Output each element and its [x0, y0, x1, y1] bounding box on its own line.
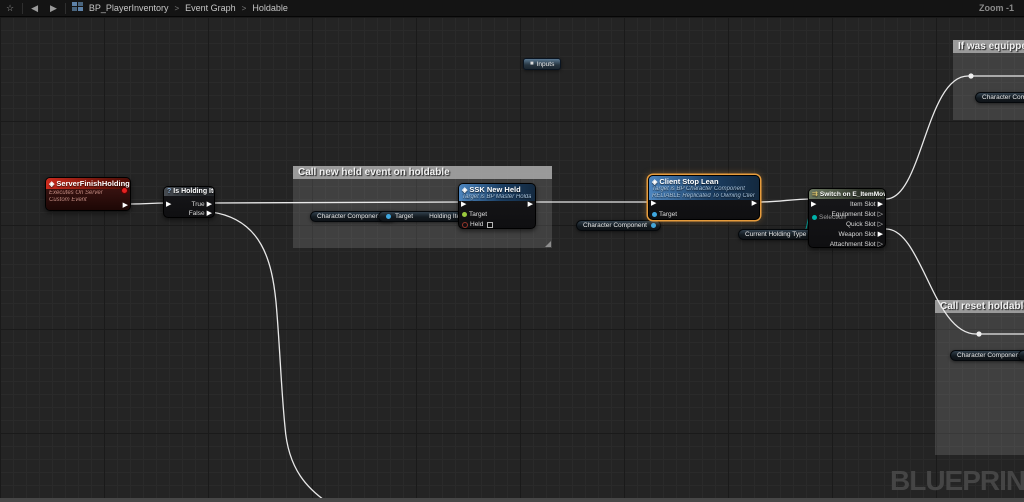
pill-partial-clipped[interactable]	[1018, 350, 1024, 361]
blueprint-watermark: BLUEPRINT	[890, 465, 1024, 497]
pill-character-component-selected[interactable]: Character Component	[576, 220, 661, 231]
comment-body	[935, 313, 1024, 455]
node-title: Client Stop Lean	[659, 177, 718, 186]
target-in-pin[interactable]	[652, 212, 657, 217]
selection-in-pin[interactable]	[812, 215, 817, 220]
target-in-pin[interactable]	[386, 214, 391, 219]
target-in-pin[interactable]	[462, 212, 467, 217]
case-exec-pin[interactable]: ▷	[878, 221, 883, 228]
node-title: Switch on E_ItemMoveType	[820, 191, 885, 198]
breadcrumb-root[interactable]: BP_PlayerInventory	[85, 3, 173, 13]
node-client-stop-lean[interactable]: ◈Client Stop Lean Target is BP Character…	[648, 175, 760, 220]
exec-out-pin[interactable]: ▶	[752, 200, 757, 207]
exec-out-pin[interactable]: ▶	[528, 201, 533, 208]
breadcrumb-separator: >	[240, 4, 249, 13]
case-pin-label: Item Slot	[850, 201, 876, 208]
node-subtitle: Executes On Server	[49, 190, 127, 197]
node-ssk-new-held[interactable]: ◈SSK New Held Target is BP Master Holdab…	[458, 183, 536, 229]
breadcrumb-separator: >	[172, 4, 181, 13]
node-switch-on-e-itemmovetype[interactable]: ⇉Switch on E_ItemMoveType ▶ Selection It…	[808, 188, 886, 248]
node-server-finish-holding-new-item[interactable]: ◈ServerFinishHoldingNewItem Executes On …	[45, 177, 131, 211]
pill-label: Character Component	[957, 352, 1021, 359]
comment-header[interactable]: Call reset holdable ev	[935, 300, 1024, 313]
exec-in-pin[interactable]: ▶	[811, 201, 816, 208]
true-exec-pin[interactable]: ▶	[207, 201, 212, 208]
exec-in-pin[interactable]: ▶	[651, 200, 656, 207]
nav-back-icon[interactable]: ◀	[25, 3, 44, 14]
custom-event-icon: ◈	[49, 181, 54, 188]
branch-icon: ?	[167, 188, 171, 195]
pill-character-component[interactable]: Character Component	[950, 350, 1024, 361]
pill-character-component[interactable]: Character Component	[975, 92, 1024, 103]
comment-if-was-equipped[interactable]: If was equipped f	[953, 40, 1024, 120]
node-subtitle: RELIABLE Replicated To Owning Client (if…	[652, 193, 755, 200]
favorite-star-icon[interactable]: ☆	[0, 3, 20, 14]
target-pin-label: Target	[469, 211, 487, 218]
toolbar-divider	[22, 3, 23, 14]
held-pin-label: Held	[470, 221, 483, 228]
comment-header[interactable]: Call new held event on holdable	[293, 166, 552, 179]
blueprint-editor-window: ☆ ◀ ▶ BP_PlayerInventory > Event Graph >…	[0, 0, 1024, 502]
comment-body	[953, 53, 1024, 120]
pill-label: Character Component	[982, 94, 1024, 101]
wire-layer	[0, 17, 1024, 502]
case-exec-pin[interactable]: ▷	[878, 211, 883, 218]
horizontal-scrollbar[interactable]	[0, 498, 1024, 502]
pill-label: Character Component	[583, 222, 647, 229]
node-title: ServerFinishHoldingNewItem	[56, 179, 130, 188]
breadcrumb-event-graph[interactable]: Event Graph	[181, 3, 240, 13]
case-pin-label: Equipment Slot	[832, 211, 876, 218]
zoom-level-label: Zoom -1	[979, 3, 1014, 13]
breadcrumb-bar: ☆ ◀ ▶ BP_PlayerInventory > Event Graph >…	[0, 0, 1024, 17]
event-call-icon: ◈	[652, 179, 657, 186]
inputs-square-icon: ■	[530, 61, 534, 67]
exec-out-pin[interactable]: ▶	[123, 202, 128, 209]
switch-icon: ⇉	[812, 191, 818, 198]
object-out-pin[interactable]	[651, 223, 656, 228]
false-pin-label: False	[189, 210, 205, 217]
case-pin-label: Weapon Slot	[839, 231, 876, 238]
node-is-holding-item[interactable]: ?Is Holding Item ▶ True ▶ False ▶	[163, 186, 215, 218]
exec-in-pin[interactable]: ▶	[166, 201, 171, 208]
blueprint-asset-icon	[72, 2, 83, 14]
held-bool-pin[interactable]	[462, 222, 468, 228]
inputs-label: Inputs	[537, 61, 555, 68]
target-pin-label: Target	[659, 211, 677, 218]
case-pin-label: Quick Slot	[846, 221, 876, 228]
case-exec-pin[interactable]: ▶	[878, 201, 883, 208]
event-call-icon: ◈	[462, 187, 467, 194]
exec-in-pin[interactable]: ▶	[461, 201, 466, 208]
true-pin-label: True	[191, 201, 204, 208]
node-title: SSK New Held	[469, 185, 520, 194]
pill-label: Character Component	[317, 213, 381, 220]
breadcrumb-holdable[interactable]: Holdable	[248, 3, 292, 13]
node-subtitle: Target is BP Character Component	[652, 186, 755, 193]
node-title: Is Holding Item	[173, 188, 214, 195]
comment-resize-handle[interactable]	[545, 241, 551, 247]
case-exec-pin[interactable]: ▶	[878, 231, 883, 238]
comment-call-reset-holdable[interactable]: Call reset holdable ev	[935, 300, 1024, 455]
false-exec-pin[interactable]: ▶	[207, 210, 212, 217]
inputs-collapsed-node[interactable]: ■ Inputs	[523, 58, 561, 70]
case-pin-label: Attachment Slot	[830, 241, 876, 248]
replicated-event-icon	[121, 187, 128, 194]
held-checkbox[interactable]	[487, 222, 493, 228]
graph-canvas[interactable]: BLUEPRINT Call new held event on holdabl…	[0, 17, 1024, 502]
comment-header[interactable]: If was equipped f	[953, 40, 1024, 53]
nav-forward-icon[interactable]: ▶	[44, 3, 63, 14]
pill-label: Current Holding Type	[745, 231, 806, 238]
toolbar-divider	[65, 3, 66, 14]
target-pin-label: Target	[395, 213, 413, 220]
case-exec-pin[interactable]: ▷	[878, 241, 883, 248]
